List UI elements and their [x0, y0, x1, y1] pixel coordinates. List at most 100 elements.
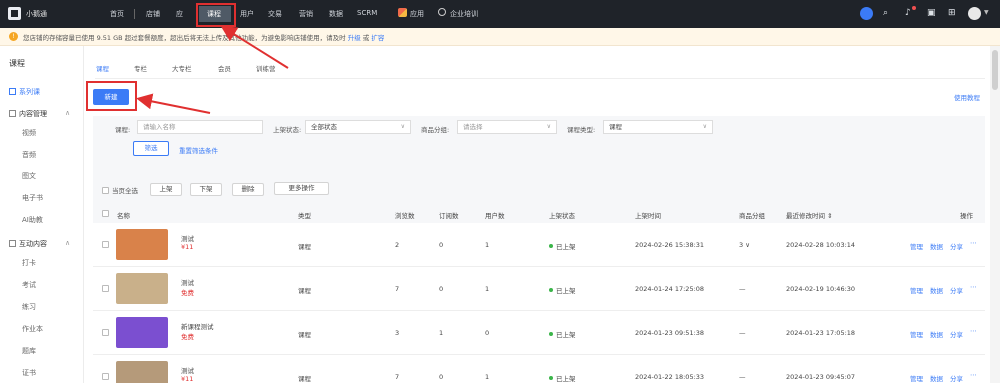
- select-all[interactable]: 当页全选: [102, 185, 138, 199]
- unpublish-button[interactable]: 下架: [190, 183, 222, 196]
- filter-panel: 课程: 请输入名称 上架状态: 全部状态 ∨ 商品分组: 请选择 ∨ 课程类型: 课…: [93, 116, 985, 212]
- checkbox[interactable]: [102, 187, 109, 194]
- assistant-icon[interactable]: [860, 7, 873, 20]
- course-title[interactable]: 测试: [181, 277, 194, 287]
- row-checkbox[interactable]: [102, 373, 112, 381]
- tab-camp[interactable]: 训练营: [256, 63, 276, 73]
- scrollbar-thumb[interactable]: [992, 50, 998, 90]
- sidebar-item-checkin[interactable]: 打卡: [22, 258, 36, 268]
- row-checkbox[interactable]: [102, 329, 112, 337]
- name-input[interactable]: 请输入名称: [137, 120, 263, 134]
- sidebar-item-series[interactable]: 系列课: [9, 87, 40, 97]
- sidebar-item-audio[interactable]: 音频: [22, 150, 36, 160]
- publish-button[interactable]: 上架: [150, 183, 182, 196]
- sidebar-item-practice[interactable]: 练习: [22, 302, 36, 312]
- share-link[interactable]: 分享: [950, 329, 963, 339]
- share-link[interactable]: 分享: [950, 285, 963, 295]
- sidebar-item-homework[interactable]: 作业本: [22, 324, 43, 334]
- reset-filter-link[interactable]: 重置筛选条件: [179, 145, 218, 155]
- sidebar-item-ebook[interactable]: 电子书: [22, 193, 43, 203]
- nav-home[interactable]: 首页: [110, 9, 124, 19]
- nav-user[interactable]: 用户: [240, 9, 254, 19]
- avatar[interactable]: [968, 7, 981, 20]
- sidebar-item-video[interactable]: 视频: [22, 128, 36, 138]
- modified-time: 2024-01-23 17:05:18: [786, 329, 856, 337]
- course-thumbnail[interactable]: [116, 317, 168, 348]
- sidebar-item-ai[interactable]: AI助教: [22, 215, 43, 225]
- course-title[interactable]: 新课程测试: [181, 321, 214, 331]
- data-link[interactable]: 数据: [930, 329, 943, 339]
- tab-course[interactable]: 课程: [96, 63, 109, 73]
- row-checkbox[interactable]: [102, 285, 112, 293]
- manage-link[interactable]: 管理: [910, 373, 923, 383]
- course-group[interactable]: —: [739, 285, 746, 293]
- course-group[interactable]: 3 ∨: [739, 241, 750, 249]
- share-link[interactable]: 分享: [950, 241, 963, 251]
- more-icon[interactable]: ⋯: [970, 371, 977, 379]
- upgrade-link[interactable]: 升级: [348, 34, 361, 42]
- course-thumbnail[interactable]: [116, 361, 168, 383]
- tab-member[interactable]: 会员: [218, 63, 231, 73]
- message-icon[interactable]: ▣: [927, 8, 936, 18]
- share-link[interactable]: 分享: [950, 373, 963, 383]
- nav-enterprise-training[interactable]: 企业培训: [450, 9, 478, 19]
- course-thumbnail[interactable]: [116, 273, 168, 304]
- main-content: 课程 专栏 大专栏 会员 训练营 新建 使用教程 课程: 请输入名称 上架状态:…: [84, 46, 1000, 383]
- sidebar-item-certificate[interactable]: 证书: [22, 368, 36, 378]
- expand-link[interactable]: 扩容: [371, 34, 384, 42]
- tab-big-column[interactable]: 大专栏: [172, 63, 192, 73]
- course-group[interactable]: —: [739, 329, 746, 337]
- help-link[interactable]: 使用教程: [954, 92, 980, 102]
- course-title[interactable]: 测试: [181, 233, 194, 243]
- group-select[interactable]: 请选择 ∨: [457, 120, 557, 134]
- course-type: 课程: [298, 331, 311, 339]
- notification-dot: [912, 6, 916, 10]
- modified-time: 2024-02-28 10:03:14: [786, 241, 856, 249]
- data-link[interactable]: 数据: [930, 241, 943, 251]
- manage-link[interactable]: 管理: [910, 329, 923, 339]
- delete-button[interactable]: 删除: [232, 183, 264, 196]
- col-modified[interactable]: 最近修改时间 ⇕: [786, 210, 833, 220]
- course-title[interactable]: 测试: [181, 365, 194, 375]
- group-label: 商品分组:: [421, 126, 450, 134]
- course-thumbnail[interactable]: [116, 229, 168, 260]
- nav-app[interactable]: 应: [176, 9, 183, 19]
- sidebar-group-content[interactable]: 内容管理 ∧: [9, 109, 70, 119]
- data-link[interactable]: 数据: [930, 373, 943, 383]
- chevron-down-icon[interactable]: ▼: [984, 9, 989, 16]
- table-row: 新课程测试 免费 课程 3 1 0 已上架 2024-01-23 09:51:38 — 2024-…: [93, 311, 985, 355]
- highlight-box-course-nav: [196, 3, 236, 27]
- nav-scrm[interactable]: SCRM: [357, 9, 377, 17]
- nav-trade[interactable]: 交易: [268, 9, 282, 19]
- manage-link[interactable]: 管理: [910, 285, 923, 295]
- sidebar-item-article[interactable]: 图文: [22, 171, 36, 181]
- course-group[interactable]: —: [739, 373, 746, 381]
- row-checkbox[interactable]: [102, 241, 112, 249]
- more-icon[interactable]: ⋯: [970, 239, 977, 247]
- bell-icon[interactable]: ♪: [905, 8, 911, 18]
- sidebar-item-exam[interactable]: 考试: [22, 280, 36, 290]
- nav-marketing[interactable]: 营销: [299, 9, 313, 19]
- search-icon[interactable]: ⌕: [883, 8, 888, 18]
- type-select[interactable]: 课程 ∨: [603, 120, 713, 134]
- nav-shop[interactable]: 店铺: [146, 9, 160, 19]
- course-views: 2: [395, 241, 400, 249]
- data-link[interactable]: 数据: [930, 285, 943, 295]
- header-checkbox[interactable]: [102, 210, 112, 218]
- nav-divider: [134, 9, 135, 19]
- sidebar-item-question-bank[interactable]: 题库: [22, 346, 36, 356]
- nav-apps[interactable]: 应用: [410, 9, 424, 19]
- scrollbar[interactable]: [990, 46, 1000, 383]
- manage-link[interactable]: 管理: [910, 241, 923, 251]
- modified-time: 2024-01-23 09:45:07: [786, 373, 856, 381]
- sidebar-group-interactive[interactable]: 互动内容 ∧: [9, 239, 70, 249]
- more-icon[interactable]: ⋯: [970, 283, 977, 291]
- nav-data[interactable]: 数据: [329, 9, 343, 19]
- course-price: 免费: [181, 289, 194, 297]
- grid-icon[interactable]: ⊞: [948, 8, 956, 18]
- filter-button[interactable]: 筛选: [133, 141, 169, 156]
- tab-column[interactable]: 专栏: [134, 63, 147, 73]
- more-icon[interactable]: ⋯: [970, 327, 977, 335]
- status-select[interactable]: 全部状态 ∨: [305, 120, 411, 134]
- more-actions-button[interactable]: 更多操作: [274, 182, 329, 195]
